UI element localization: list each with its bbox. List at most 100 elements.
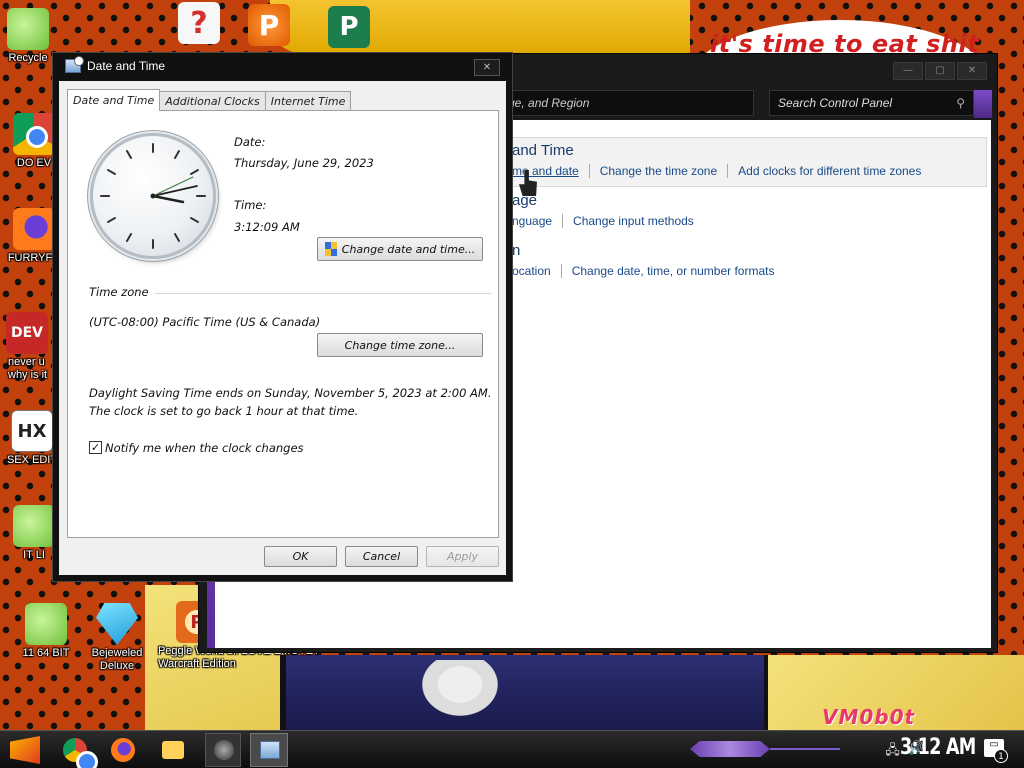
wallpaper-figure [405, 660, 515, 730]
desktop-icon-64bit[interactable]: 11 64 BIT [6, 603, 86, 660]
link-add-clocks[interactable]: Add clocks for different time zones [738, 164, 921, 178]
link-separator [562, 214, 564, 228]
minimize-button[interactable]: — [893, 62, 923, 80]
question-app-icon: ? [178, 2, 220, 44]
chrome-icon [63, 738, 98, 768]
link-change-formats[interactable]: Change date, time, or number formats [572, 264, 775, 278]
tab-date-and-time[interactable]: Date and Time [67, 89, 161, 111]
tab-internet-time[interactable]: Internet Time [264, 91, 352, 111]
desktop-icon-bejeweled[interactable]: Bejeweled Deluxe [77, 603, 157, 673]
clock-second-hand [152, 176, 194, 197]
dst-info-line2: The clock is set to go back 1 hour at th… [89, 404, 359, 418]
desktop-icon-label: IT LI [23, 549, 45, 561]
taskbar-explorer[interactable] [160, 737, 186, 763]
desktop-icon-label: Bejeweled Deluxe [91, 647, 143, 672]
change-date-time-label: Change date and time... [341, 242, 476, 256]
section-links-language: nguage Change input methods [512, 214, 694, 228]
taskbar-app[interactable] [205, 733, 241, 767]
desktop-icon-label: 11 64 BIT [22, 647, 70, 659]
clock-face [100, 143, 206, 249]
dev-cpp-icon: DEV [6, 312, 48, 354]
date-value: Thursday, June 29, 2023 [234, 156, 374, 170]
desktop-icon-label: DO EV [16, 157, 52, 169]
time-value: 3:12:09 AM [234, 220, 300, 234]
time-label: Time: [234, 198, 267, 212]
link-separator [560, 264, 562, 278]
ok-button[interactable]: OK [264, 546, 337, 567]
notify-checkbox[interactable]: ✓ [89, 441, 102, 454]
firefox-icon [111, 738, 135, 762]
cancel-button[interactable]: Cancel [345, 546, 418, 567]
desktop-icon-label: never u why is it [8, 356, 48, 381]
tab-strip: Date and Time Additional Clocks Internet… [67, 89, 352, 111]
p-app-icon: P [248, 4, 290, 46]
taskbar-clock[interactable]: 3:12 AM [900, 735, 976, 760]
taskbar-date-time[interactable] [250, 733, 288, 767]
link-change-input-methods[interactable]: Change input methods [573, 214, 694, 228]
chrome-icon [13, 113, 55, 155]
section-links-date-time: me and date Change the time zone Add clo… [512, 164, 921, 178]
window-caption-buttons: — ▢ ✕ [893, 62, 987, 80]
network-icon[interactable]: 🖧 [885, 741, 900, 763]
search-icon[interactable]: ⚲ [956, 96, 965, 110]
maximize-button[interactable]: ▢ [925, 62, 955, 80]
timezone-section-label: Time zone [89, 285, 149, 299]
timezone-divider [155, 293, 491, 294]
link-separator [588, 164, 590, 178]
notification-count-badge: 1 [994, 749, 1008, 763]
taskbar-decoration-line [770, 748, 840, 750]
change-time-zone-label: Change time zone... [344, 338, 456, 352]
date-time-icon [65, 56, 84, 73]
file-explorer-icon [162, 741, 184, 759]
apply-button[interactable]: Apply [426, 546, 499, 567]
link-change-location[interactable]: ocation [512, 264, 551, 278]
link-add-language[interactable]: nguage [512, 214, 552, 228]
taskbar-firefox[interactable] [110, 737, 136, 763]
recycle-bin-icon [7, 8, 49, 50]
taskbar-decoration [690, 741, 770, 757]
close-button[interactable]: ✕ [474, 59, 500, 76]
taskbar-chrome[interactable] [62, 737, 98, 768]
start-button-icon[interactable] [10, 736, 40, 764]
search-placeholder: Search Control Panel [778, 96, 893, 110]
desktop-icon-publisher[interactable]: P [328, 6, 370, 48]
clock-minute-hand [152, 185, 198, 197]
section-heading-region[interactable]: n [512, 242, 520, 259]
tab-panel: Date: Thursday, June 29, 2023 Time: 3:12… [67, 110, 499, 538]
desktop-icon-p[interactable]: P [248, 4, 290, 46]
date-time-icon [260, 741, 280, 759]
dialog-titlebar: Date and Time [65, 56, 166, 73]
desktop-icon-q[interactable]: ? [178, 2, 220, 44]
change-date-time-button[interactable]: Change date and time... [317, 237, 483, 261]
tab-additional-clocks[interactable]: Additional Clocks [159, 91, 266, 111]
taskbar: 🖧 🔊 3:12 AM ▭ 1 [0, 730, 1024, 768]
notify-checkbox-label: Notify me when the clock changes [105, 441, 304, 455]
clock-hour-hand [151, 194, 185, 204]
bejeweled-gem-icon [96, 603, 138, 645]
peridot-icon [25, 603, 67, 645]
address-bar[interactable]: ge, and Region [499, 90, 754, 116]
app-icon [214, 740, 234, 760]
link-change-time-zone[interactable]: Change the time zone [600, 164, 717, 178]
window-accent [974, 90, 992, 118]
uac-shield-icon [324, 242, 338, 256]
link-separator [727, 164, 729, 178]
section-links-region: ocation Change date, time, or number for… [512, 264, 774, 278]
wallpaper-city-scene [280, 655, 770, 730]
peridot-icon [13, 505, 55, 547]
publisher-icon: P [328, 6, 370, 48]
dialog-title: Date and Time [87, 59, 166, 73]
desktop-icon-label: SEX EDIT [6, 454, 58, 466]
wallpaper-logo: VM0b0t [822, 705, 916, 729]
change-time-zone-button[interactable]: Change time zone... [317, 333, 483, 357]
date-label: Date: [234, 135, 266, 149]
dialog-body: Date and Time Additional Clocks Internet… [59, 81, 506, 575]
clock-center [150, 193, 156, 199]
link-set-time-and-date[interactable]: me and date [512, 164, 579, 178]
firefox-icon [13, 208, 55, 250]
section-heading-date-time[interactable]: and Time [512, 142, 574, 159]
search-input[interactable]: Search Control Panel ⚲ [769, 90, 974, 116]
desktop-icon-label: Recycle [8, 52, 48, 64]
close-button[interactable]: ✕ [957, 62, 987, 80]
date-time-dialog: Date and Time ✕ Date and Time Additional… [52, 52, 513, 582]
